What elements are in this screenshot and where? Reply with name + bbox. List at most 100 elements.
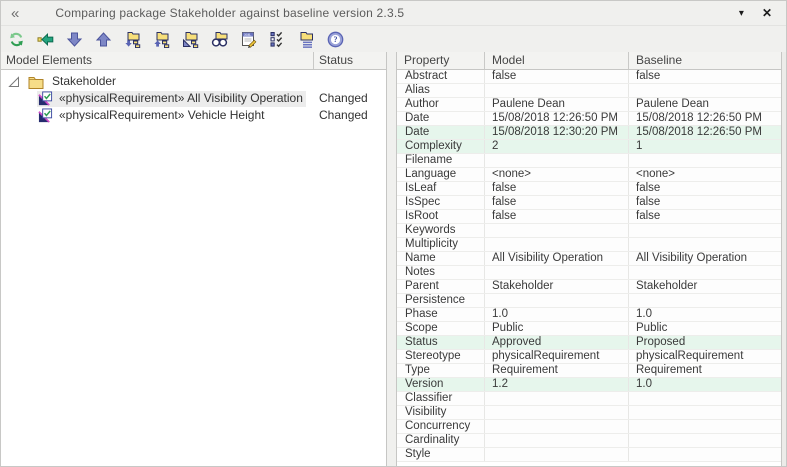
property-name: Status: [397, 336, 485, 349]
property-row[interactable]: Date15/08/2018 12:30:20 PM15/08/2018 12:…: [397, 126, 781, 140]
model-value: <none>: [485, 168, 629, 181]
baseline-value: false: [629, 182, 781, 195]
property-row[interactable]: Date15/08/2018 12:26:50 PM15/08/2018 12:…: [397, 112, 781, 126]
property-name: Classifier: [397, 392, 485, 405]
tree-item[interactable]: «physicalRequirement» All Visibility Ope…: [1, 90, 386, 107]
property-row[interactable]: Style: [397, 448, 781, 462]
titlebar: « Comparing package Stakeholder against …: [1, 1, 786, 26]
property-row[interactable]: Language<none><none>: [397, 168, 781, 182]
property-row[interactable]: IsRootfalsefalse: [397, 210, 781, 224]
merge-to-baseline-button[interactable]: [149, 28, 173, 50]
edit-xml-button[interactable]: XML: [236, 28, 260, 50]
baseline-value: [629, 420, 781, 433]
compare-options-button[interactable]: [265, 28, 289, 50]
property-row[interactable]: AuthorPaulene DeanPaulene Dean: [397, 98, 781, 112]
property-row[interactable]: Phase1.01.0: [397, 308, 781, 322]
property-row[interactable]: StereotypephysicalRequirementphysicalReq…: [397, 350, 781, 364]
property-row[interactable]: Complexity21: [397, 140, 781, 154]
property-row[interactable]: ScopePublicPublic: [397, 322, 781, 336]
model-value: false: [485, 70, 629, 83]
merge-to-model-button[interactable]: [33, 28, 57, 50]
property-row[interactable]: Alias: [397, 84, 781, 98]
collapse-panel-button[interactable]: «: [11, 6, 19, 21]
model-value: 2: [485, 140, 629, 153]
model-value: [485, 154, 629, 167]
property-row[interactable]: StatusApprovedProposed: [397, 336, 781, 350]
baseline-value: [629, 448, 781, 461]
property-row[interactable]: Keywords: [397, 224, 781, 238]
folder-down-arrow-icon: [124, 31, 141, 48]
property-row[interactable]: Persistence: [397, 294, 781, 308]
tree-item-label: «physicalRequirement» Vehicle Height: [59, 107, 264, 124]
tree-item-label: «physicalRequirement» All Visibility Ope…: [59, 90, 303, 107]
tree-item[interactable]: «physicalRequirement» Vehicle Height Chan…: [1, 107, 386, 124]
folder-icon: [28, 75, 44, 89]
property-row[interactable]: Multiplicity: [397, 238, 781, 252]
right-panel-header: Property Model Baseline: [397, 52, 781, 70]
property-name: Scope: [397, 322, 485, 335]
close-button[interactable]: ✕: [762, 6, 772, 20]
property-name: Language: [397, 168, 485, 181]
model-value: [485, 84, 629, 97]
property-name: Version: [397, 378, 485, 391]
svg-text:XML: XML: [244, 32, 251, 36]
property-name: Parent: [397, 280, 485, 293]
expander-icon[interactable]: [8, 76, 20, 88]
property-row[interactable]: NameAll Visibility OperationAll Visibili…: [397, 252, 781, 266]
window-menu-button[interactable]: ▾: [739, 8, 744, 19]
next-difference-button[interactable]: [62, 28, 86, 50]
model-value: 15/08/2018 12:26:50 PM: [485, 112, 629, 125]
refresh-button[interactable]: [4, 28, 28, 50]
property-name: IsSpec: [397, 196, 485, 209]
merge-log-button[interactable]: [294, 28, 318, 50]
baseline-value: [629, 294, 781, 307]
baseline-value: [629, 238, 781, 251]
baseline-value: 15/08/2018 12:26:50 PM: [629, 126, 781, 139]
binoculars-icon: [211, 31, 228, 48]
property-name: Filename: [397, 154, 485, 167]
property-row[interactable]: Filename: [397, 154, 781, 168]
find-in-diagrams-button[interactable]: [207, 28, 231, 50]
baseline-value: 1: [629, 140, 781, 153]
property-row[interactable]: Concurrency: [397, 420, 781, 434]
tree-node-package[interactable]: Stakeholder: [1, 73, 386, 90]
tree-item-label-wrap: «physicalRequirement» Vehicle Height: [37, 108, 267, 124]
column-header-model-elements: Model Elements: [1, 52, 314, 69]
property-name: Date: [397, 126, 485, 139]
down-arrow-icon: [66, 31, 83, 48]
property-row[interactable]: Visibility: [397, 406, 781, 420]
baseline-value: 1.0: [629, 378, 781, 391]
property-row[interactable]: Cardinality: [397, 434, 781, 448]
window-buttons: ▾ ✕: [739, 6, 772, 20]
property-name: Type: [397, 364, 485, 377]
svg-text:?: ?: [333, 35, 337, 44]
baseline-value: Stakeholder: [629, 280, 781, 293]
model-value: [485, 294, 629, 307]
property-row[interactable]: IsSpecfalsefalse: [397, 196, 781, 210]
panel-splitter[interactable]: [387, 52, 396, 466]
property-row[interactable]: Classifier: [397, 392, 781, 406]
baseline-value: [629, 266, 781, 279]
folder-triangle-icon: [182, 31, 199, 48]
property-comparison-panel: Property Model Baseline Abstractfalsefal…: [396, 52, 781, 466]
column-header-baseline: Baseline: [629, 52, 781, 69]
property-row[interactable]: Notes: [397, 266, 781, 280]
column-header-status: Status: [314, 52, 386, 69]
model-value: false: [485, 196, 629, 209]
merge-from-baseline-button[interactable]: [120, 28, 144, 50]
refresh-icon: [8, 31, 25, 48]
property-row[interactable]: Abstractfalsefalse: [397, 70, 781, 84]
model-value: false: [485, 210, 629, 223]
property-name: Complexity: [397, 140, 485, 153]
locate-in-browser-button[interactable]: [178, 28, 202, 50]
property-row[interactable]: ParentStakeholderStakeholder: [397, 280, 781, 294]
property-name: IsRoot: [397, 210, 485, 223]
property-row[interactable]: Version1.21.0: [397, 378, 781, 392]
property-row[interactable]: IsLeaffalsefalse: [397, 182, 781, 196]
help-button[interactable]: ?: [323, 28, 347, 50]
tree-item-status: Changed: [319, 107, 368, 124]
compare-toolbar: XML: [1, 26, 786, 52]
previous-difference-button[interactable]: [91, 28, 115, 50]
model-value: 1.2: [485, 378, 629, 391]
property-row[interactable]: TypeRequirementRequirement: [397, 364, 781, 378]
